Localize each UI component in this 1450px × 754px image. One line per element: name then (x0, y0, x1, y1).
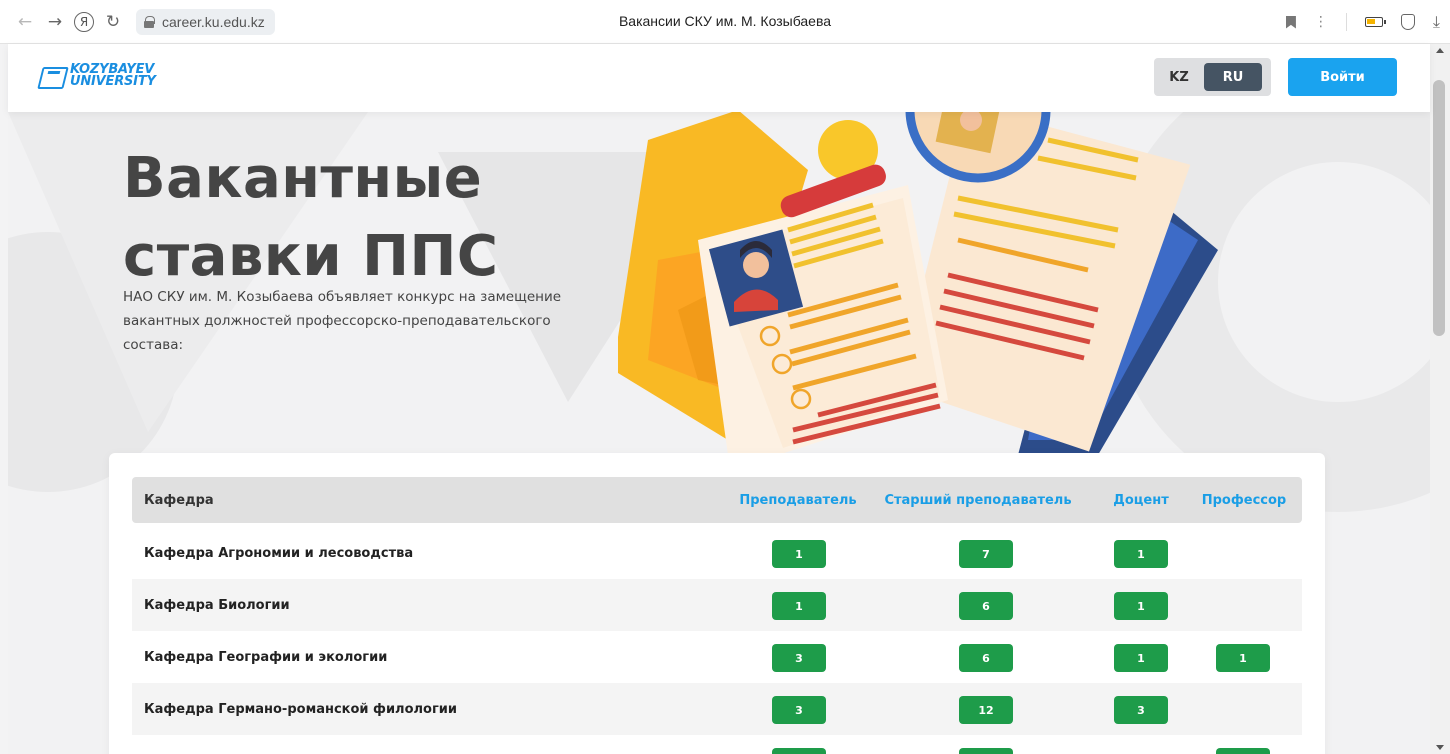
forward-arrow-icon[interactable]: → (40, 7, 70, 37)
teacher-count-badge[interactable]: 3 (772, 696, 826, 724)
table-row: Кафедра Германо-романской филологии 3 12… (132, 683, 1302, 735)
teacher-count-badge[interactable]: 3 (772, 644, 826, 672)
header-department: Кафедра (144, 492, 214, 508)
department-name: Кафедра Географии и экологии (144, 649, 388, 665)
university-logo[interactable]: KOZYBAYEV UNIVERSITY (38, 63, 156, 89)
header-docent[interactable]: Доцент (1104, 477, 1178, 523)
back-arrow-icon[interactable]: ← (10, 7, 40, 37)
language-switch: KZ RU (1154, 58, 1271, 96)
page-title: Вакантные ставки ППС (123, 140, 498, 296)
professor-count-badge[interactable]: 1 (1216, 748, 1270, 754)
header-teacher[interactable]: Преподаватель (728, 477, 868, 523)
shield-icon[interactable] (1400, 14, 1415, 30)
site-header: KOZYBAYEV UNIVERSITY KZ RU Войти (8, 44, 1430, 112)
docent-count-badge[interactable]: 1 (1114, 592, 1168, 620)
professor-count-badge[interactable]: 1 (1216, 644, 1270, 672)
browser-actions: ⋮ ⤓ (1285, 0, 1440, 44)
senior-teacher-count-badge[interactable]: 7 (959, 540, 1013, 568)
hero-section: Вакантные ставки ППС НАО СКУ им. М. Козы… (8, 112, 1430, 754)
logo-text: KOZYBAYEV UNIVERSITY (70, 63, 156, 89)
teacher-count-badge[interactable]: 1 (772, 592, 826, 620)
logo-line2: UNIVERSITY (70, 74, 156, 89)
senior-teacher-count-badge[interactable]: 6 (959, 644, 1013, 672)
department-name: Кафедра Ж (144, 735, 234, 754)
vacancy-table: Кафедра Преподаватель Старший преподават… (109, 453, 1325, 754)
scrollbar-thumb[interactable] (1433, 80, 1445, 336)
docent-count-badge[interactable]: 1 (1114, 540, 1168, 568)
url-text: career.ku.edu.kz (162, 13, 265, 30)
scroll-up-arrow-icon[interactable] (1436, 48, 1444, 53)
logo-mark-icon (38, 65, 66, 87)
table-row: Кафедра Биологии 1 6 1 (132, 579, 1302, 631)
yandex-icon[interactable]: Я (74, 11, 94, 32)
table-row: Кафедра Агрономии и лесоводства 1 7 1 (132, 527, 1302, 579)
department-name: Кафедра Агрономии и лесоводства (144, 545, 414, 561)
lang-ru-button[interactable]: RU (1204, 63, 1262, 91)
lock-icon (144, 15, 155, 28)
browser-toolbar: ← → Я ↻ career.ku.edu.kz Вакансии СКУ им… (0, 0, 1450, 44)
senior-teacher-count-badge[interactable]: 1 (959, 748, 1013, 754)
senior-teacher-count-badge[interactable]: 6 (959, 592, 1013, 620)
toolbar-divider (1345, 13, 1347, 31)
title-line1: Вакантные (123, 146, 483, 211)
page-scrollbar[interactable] (1430, 44, 1450, 754)
login-button[interactable]: Войти (1288, 58, 1397, 96)
table-row: Кафедра Географии и экологии 3 6 1 1 (132, 631, 1302, 683)
kebab-menu-icon[interactable]: ⋮ (1314, 14, 1328, 30)
department-name: Кафедра Биологии (144, 597, 290, 613)
docent-count-badge[interactable]: 1 (1114, 644, 1168, 672)
docent-count-badge[interactable]: 3 (1114, 696, 1168, 724)
scroll-down-arrow-icon[interactable] (1436, 745, 1444, 750)
download-icon[interactable]: ⤓ (1433, 12, 1440, 32)
lang-kz-button[interactable]: KZ (1154, 70, 1204, 85)
battery-icon[interactable] (1364, 17, 1386, 27)
resume-illustration (618, 112, 1218, 455)
header-senior-teacher[interactable]: Старший преподаватель (878, 477, 1078, 523)
bookmark-icon[interactable] (1285, 15, 1296, 29)
table-row: Кафедра Ж 1 1 1 (132, 735, 1302, 754)
senior-teacher-count-badge[interactable]: 12 (959, 696, 1013, 724)
hero-description: НАО СКУ им. М. Козыбаева объявляет конку… (123, 289, 562, 353)
department-name: Кафедра Германо-романской филологии (144, 701, 457, 717)
header-professor[interactable]: Профессор (1192, 477, 1296, 523)
reload-icon[interactable]: ↻ (98, 7, 128, 37)
table-header: Кафедра Преподаватель Старший преподават… (132, 477, 1302, 523)
teacher-count-badge[interactable]: 1 (772, 748, 826, 754)
address-bar[interactable]: career.ku.edu.kz (136, 8, 275, 35)
teacher-count-badge[interactable]: 1 (772, 540, 826, 568)
